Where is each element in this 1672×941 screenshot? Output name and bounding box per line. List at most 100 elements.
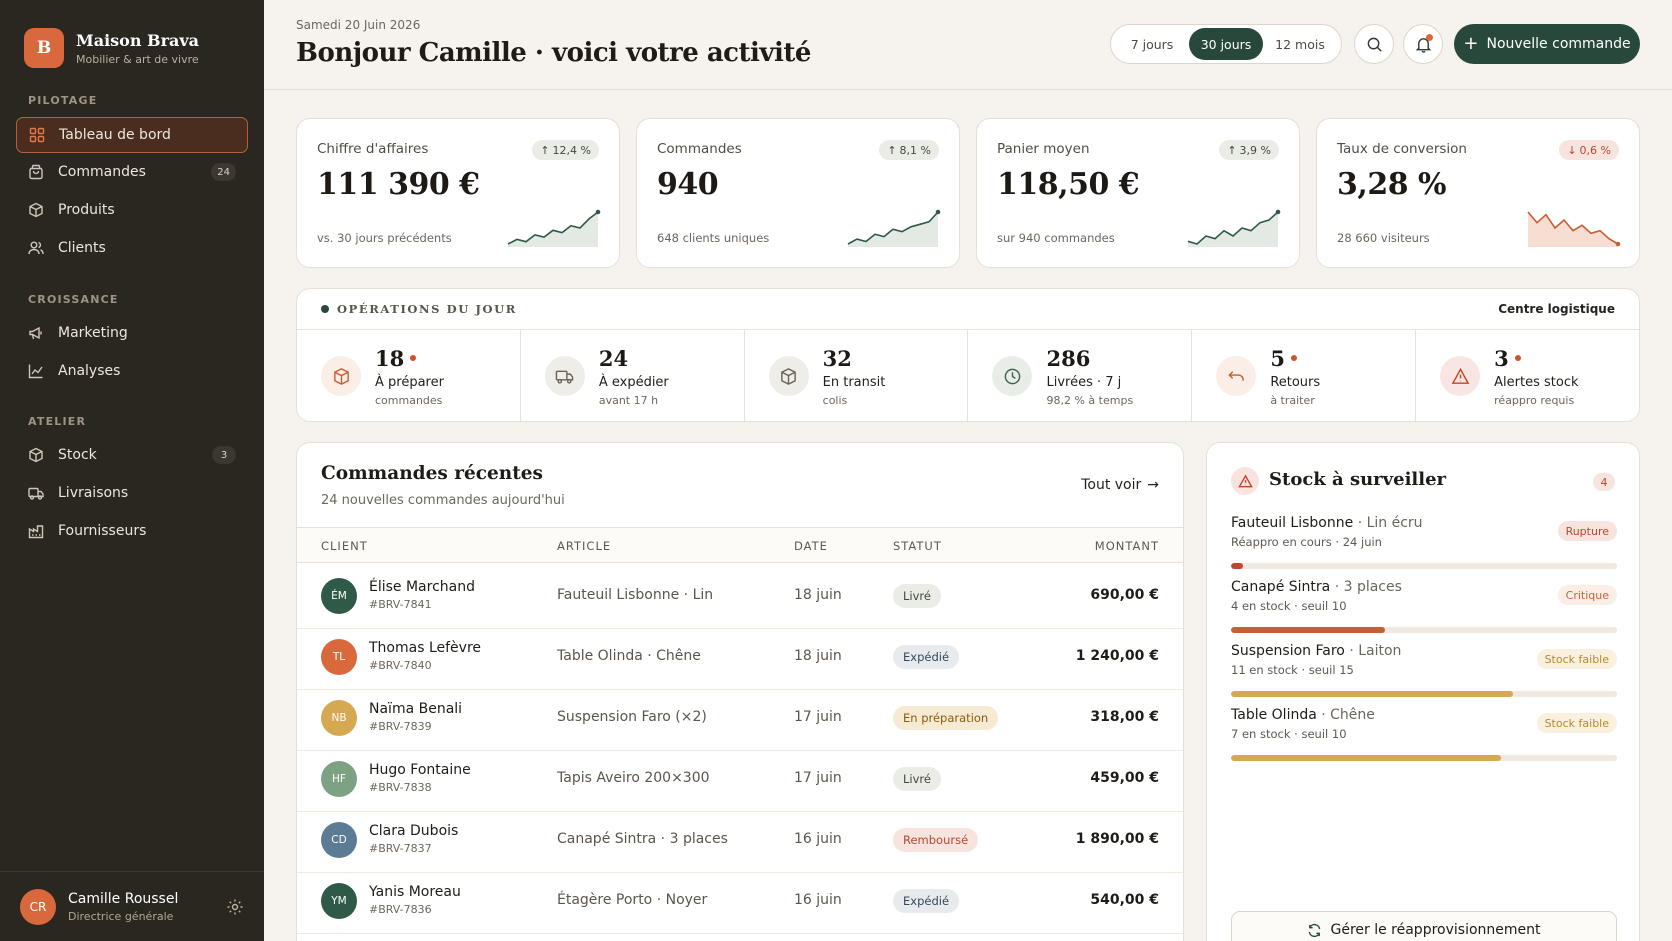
table-row[interactable]: YM Yanis Moreau #BRV-7836 Étagère Porto · N… (297, 869, 1183, 934)
sidebar-item-customers[interactable]: Clients (16, 230, 248, 266)
stock-item[interactable]: Suspension Faro · Laiton 11 en stock · se… (1231, 643, 1617, 699)
gear-icon[interactable] (226, 898, 244, 916)
range-30-days[interactable]: 30 jours (1189, 28, 1263, 60)
order-article: Fauteuil Lisbonne · Lin (557, 587, 714, 603)
stock-level-fill (1231, 563, 1243, 569)
sidebar-item-label: Livraisons (58, 485, 129, 501)
brand[interactable]: B Maison Brava Mobilier & art de vivre (24, 28, 199, 68)
op-in-transit[interactable]: 32 En transit colis (745, 330, 969, 421)
table-row[interactable]: TL Thomas Lefèvre #BRV-7840 Table Olinda · … (297, 625, 1183, 690)
avatar: TL (321, 639, 357, 675)
table-row[interactable]: NB Naïma Benali #BRV-7839 Suspension Faro (… (297, 686, 1183, 751)
kpi-card-conversion[interactable]: Taux de conversion ↓ 0,6 % 3,28 % 28 660 … (1316, 118, 1640, 268)
table-row[interactable]: ÉM Élise Marchand #BRV-7841 Fauteuil Lisbon… (297, 564, 1183, 629)
brand-tagline: Mobilier & art de vivre (76, 52, 199, 66)
new-order-button[interactable]: + Nouvelle commande (1454, 24, 1640, 64)
customer-name: Hugo Fontaine (369, 762, 471, 778)
megaphone-icon (29, 326, 42, 340)
kpi-delta-badge: ↑ 8,1 % (879, 140, 939, 160)
order-amount: 1 890,00 € (1075, 831, 1159, 847)
arrow-up-icon: ↑ (887, 143, 897, 157)
column-amount[interactable]: MONTANT (1095, 539, 1159, 553)
see-all-link[interactable]: Tout voir → (1081, 477, 1159, 493)
orders-subtitle: 24 nouvelles commandes aujourd'hui (321, 493, 565, 508)
customer-name: Naïma Benali (369, 701, 463, 717)
sidebar-item-deliveries[interactable]: Livraisons (16, 475, 248, 511)
product-variant: · 3 places (1334, 579, 1402, 595)
op-returns[interactable]: 5 Retours à traiter (1192, 330, 1417, 421)
order-date: 17 juin (794, 709, 842, 725)
refresh-icon (1309, 923, 1321, 937)
op-label: Retours (1270, 374, 1321, 390)
op-value: 18 (375, 345, 405, 371)
sidebar-item-label: Analyses (58, 363, 121, 379)
search-button[interactable] (1354, 24, 1394, 64)
op-stock-alerts[interactable]: 3 Alertes stock réappro requis (1416, 330, 1639, 421)
orders-title: Commandes récentes (321, 463, 543, 484)
op-label: À préparer (375, 374, 444, 390)
op-delivered[interactable]: 286 Livrées · 7 j 98,2 % à temps (968, 330, 1193, 421)
arrow-down-icon: ↓ (1567, 143, 1577, 157)
status-badge: Expédié (893, 645, 960, 669)
kpi-card-orders[interactable]: Commandes ↑ 8,1 % 940 648 clients uniques (636, 118, 960, 268)
user-profile[interactable]: CR Camille Roussel Directrice générale (0, 871, 264, 941)
status-badge: Remboursé (893, 828, 979, 852)
logistics-center-link[interactable]: Centre logistique (1498, 302, 1615, 316)
kpi-value: 118,50 € (997, 167, 1140, 202)
range-12-months[interactable]: 12 mois (1263, 28, 1337, 60)
users-icon (28, 241, 44, 255)
table-row[interactable]: CD Clara Dubois #BRV-7837 Canapé Sintra · 3… (297, 808, 1183, 873)
column-article[interactable]: ARTICLE (557, 539, 611, 553)
avatar: CD (321, 822, 357, 858)
sidebar-item-analytics[interactable]: Analyses (16, 353, 248, 389)
arrow-up-icon: ↑ (1227, 143, 1237, 157)
box-icon (29, 447, 43, 463)
factory-icon (28, 525, 44, 539)
sidebar-item-products[interactable]: Produits (16, 192, 248, 228)
sidebar-item-stock[interactable]: Stock 3 (16, 437, 248, 473)
kpi-subtext: sur 940 commandes (997, 231, 1115, 245)
table-header: CLIENT ARTICLE DATE STATUT MONTANT (297, 527, 1183, 563)
table-row[interactable]: HF Hugo Fontaine #BRV-7838 Tapis Aveiro 200… (297, 747, 1183, 812)
arrow-right-icon: → (1147, 477, 1159, 493)
current-date: Samedi 20 Juin 2026 (296, 18, 421, 32)
sidebar-item-marketing[interactable]: Marketing (16, 315, 248, 351)
package-icon (321, 356, 361, 396)
notifications-button[interactable] (1403, 24, 1443, 64)
op-to-prepare[interactable]: 18 À préparer commandes (297, 330, 521, 421)
kpi-delta-badge: ↓ 0,6 % (1559, 140, 1619, 160)
kpi-card-average-basket[interactable]: Panier moyen ↑ 3,9 % 118,50 € sur 940 com… (976, 118, 1300, 268)
product-name: Suspension Faro (1231, 643, 1345, 659)
sidebar-item-dashboard[interactable]: Tableau de bord (16, 117, 248, 153)
kpi-delta-badge: ↑ 12,4 % (532, 140, 599, 160)
kpi-delta-value: 12,4 % (552, 143, 591, 157)
column-date[interactable]: DATE (794, 539, 828, 553)
sidebar-item-label: Tableau de bord (59, 127, 171, 143)
range-7-days[interactable]: 7 jours (1115, 28, 1189, 60)
stock-item[interactable]: Table Olinda · Chêne 7 en stock · seuil 1… (1231, 707, 1617, 763)
kpi-label: Taux de conversion (1337, 141, 1467, 157)
sidebar-item-suppliers[interactable]: Fournisseurs (16, 513, 248, 549)
op-to-ship[interactable]: 24 À expédier avant 17 h (521, 330, 745, 421)
kpi-subtext: 648 clients uniques (657, 231, 770, 245)
order-date: 16 juin (794, 892, 842, 908)
op-label: En transit (822, 374, 886, 390)
column-client[interactable]: CLIENT (321, 539, 368, 553)
manage-restock-button[interactable]: Gérer le réapprovisionnement (1231, 911, 1617, 941)
user-name: Camille Roussel (68, 890, 179, 907)
column-status[interactable]: STATUT (893, 539, 942, 553)
op-subtext: 98,2 % à temps (1046, 393, 1134, 407)
sidebar-item-orders[interactable]: Commandes 24 (16, 154, 248, 190)
sparkline-end-point (935, 209, 941, 215)
op-value: 286 (1046, 345, 1091, 371)
order-id: #BRV-7841 (369, 598, 432, 611)
order-id: #BRV-7837 (369, 842, 432, 855)
stock-status-badge: Stock faible (1536, 649, 1617, 669)
order-amount: 540,00 € (1090, 892, 1159, 908)
kpi-card-revenue[interactable]: Chiffre d'affaires ↑ 12,4 % 111 390 € vs.… (296, 118, 620, 268)
nav-section-atelier: ATELIER (28, 415, 87, 428)
stock-item[interactable]: Canapé Sintra · 3 places 4 en stock · seu… (1231, 579, 1617, 635)
plus-icon: + (1463, 33, 1479, 54)
clock-icon (992, 356, 1033, 396)
stock-item[interactable]: Fauteuil Lisbonne · Lin écru Réappro en c… (1231, 515, 1617, 571)
